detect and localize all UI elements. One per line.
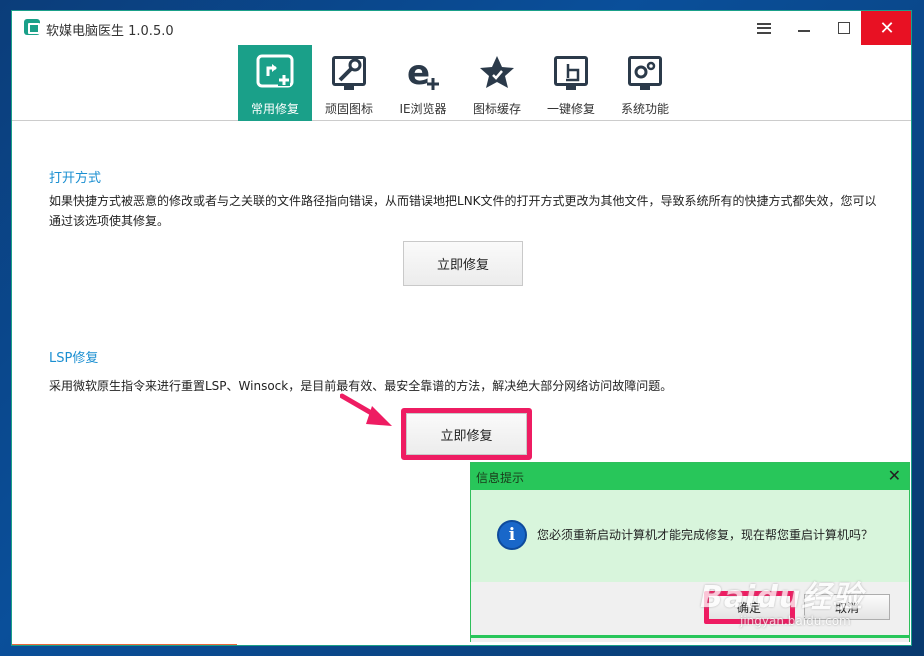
main-toolbar: 常用修复 顽固图标 e IE浏览器 图标缓存 一键修复 系统功能 bbox=[12, 45, 911, 121]
ok-button-highlight bbox=[704, 591, 795, 624]
tab-system-functions[interactable]: 系统功能 bbox=[608, 45, 682, 121]
menu-button[interactable] bbox=[744, 11, 784, 45]
dialog-footer: 确定 取消 bbox=[471, 582, 909, 642]
maximize-button[interactable] bbox=[824, 11, 864, 45]
progress-line bbox=[12, 644, 237, 645]
app-title: 软媒电脑医生 1.0.5.0 bbox=[46, 24, 174, 39]
pointer-arrow-icon bbox=[340, 393, 392, 426]
lsp-button-highlight bbox=[401, 408, 532, 460]
dialog-cancel-button[interactable]: 取消 bbox=[804, 594, 890, 620]
open-method-fix-button[interactable]: 立即修复 bbox=[403, 241, 523, 286]
dialog-close-button[interactable]: ✕ bbox=[888, 466, 901, 485]
tab-icon-cache[interactable]: 图标缓存 bbox=[460, 45, 534, 121]
hand-click-icon bbox=[551, 53, 591, 93]
maximize-icon bbox=[838, 22, 850, 34]
title-bar: 软媒电脑医生 1.0.5.0 ✕ bbox=[12, 11, 911, 45]
ie-icon: e bbox=[403, 53, 443, 93]
tab-label: 顽固图标 bbox=[324, 102, 373, 116]
tab-label: 系统功能 bbox=[620, 102, 669, 116]
app-logo-icon bbox=[24, 19, 40, 35]
open-method-title: 打开方式 bbox=[49, 171, 102, 186]
lsp-description: 采用微软原生指令来进行重置LSP、Winsock，是目前最有效、最安全靠谱的方法… bbox=[49, 379, 673, 393]
tab-label: IE浏览器 bbox=[399, 102, 447, 116]
close-icon: ✕ bbox=[879, 17, 895, 39]
dialog-body: i 您必须重新启动计算机才能完成修复，现在帮您重启计算机吗？ bbox=[471, 490, 909, 582]
dialog-title-bar: 信息提示 ✕ bbox=[471, 463, 909, 490]
repair-icon bbox=[255, 53, 295, 93]
minimize-button[interactable] bbox=[784, 11, 824, 45]
close-button[interactable]: ✕ bbox=[861, 11, 911, 45]
hamburger-icon bbox=[757, 22, 771, 34]
svg-text:e: e bbox=[407, 54, 430, 92]
lsp-title: LSP修复 bbox=[49, 351, 99, 366]
star-icon bbox=[477, 53, 517, 93]
open-method-description: 如果快捷方式被恶意的修改或者与之关联的文件路径指向错误，从而错误地把LNK文件的… bbox=[49, 194, 877, 228]
dialog-title: 信息提示 bbox=[476, 471, 525, 485]
wrench-icon bbox=[329, 53, 369, 93]
tab-label: 图标缓存 bbox=[472, 102, 521, 116]
dialog-message: 您必须重新启动计算机才能完成修复，现在帮您重启计算机吗？ bbox=[537, 528, 874, 542]
tab-one-click-repair[interactable]: 一键修复 bbox=[534, 45, 608, 121]
info-icon: i bbox=[497, 520, 527, 550]
tab-common-repair[interactable]: 常用修复 bbox=[238, 45, 312, 121]
info-dialog: 信息提示 ✕ i 您必须重新启动计算机才能完成修复，现在帮您重启计算机吗？ 确定… bbox=[470, 462, 910, 642]
tab-stubborn-icons[interactable]: 顽固图标 bbox=[312, 45, 386, 121]
tab-label: 一键修复 bbox=[546, 102, 595, 116]
tab-label: 常用修复 bbox=[250, 102, 299, 116]
tab-ie-browser[interactable]: e IE浏览器 bbox=[386, 45, 460, 121]
gears-icon bbox=[625, 53, 665, 93]
minimize-icon bbox=[798, 30, 810, 32]
